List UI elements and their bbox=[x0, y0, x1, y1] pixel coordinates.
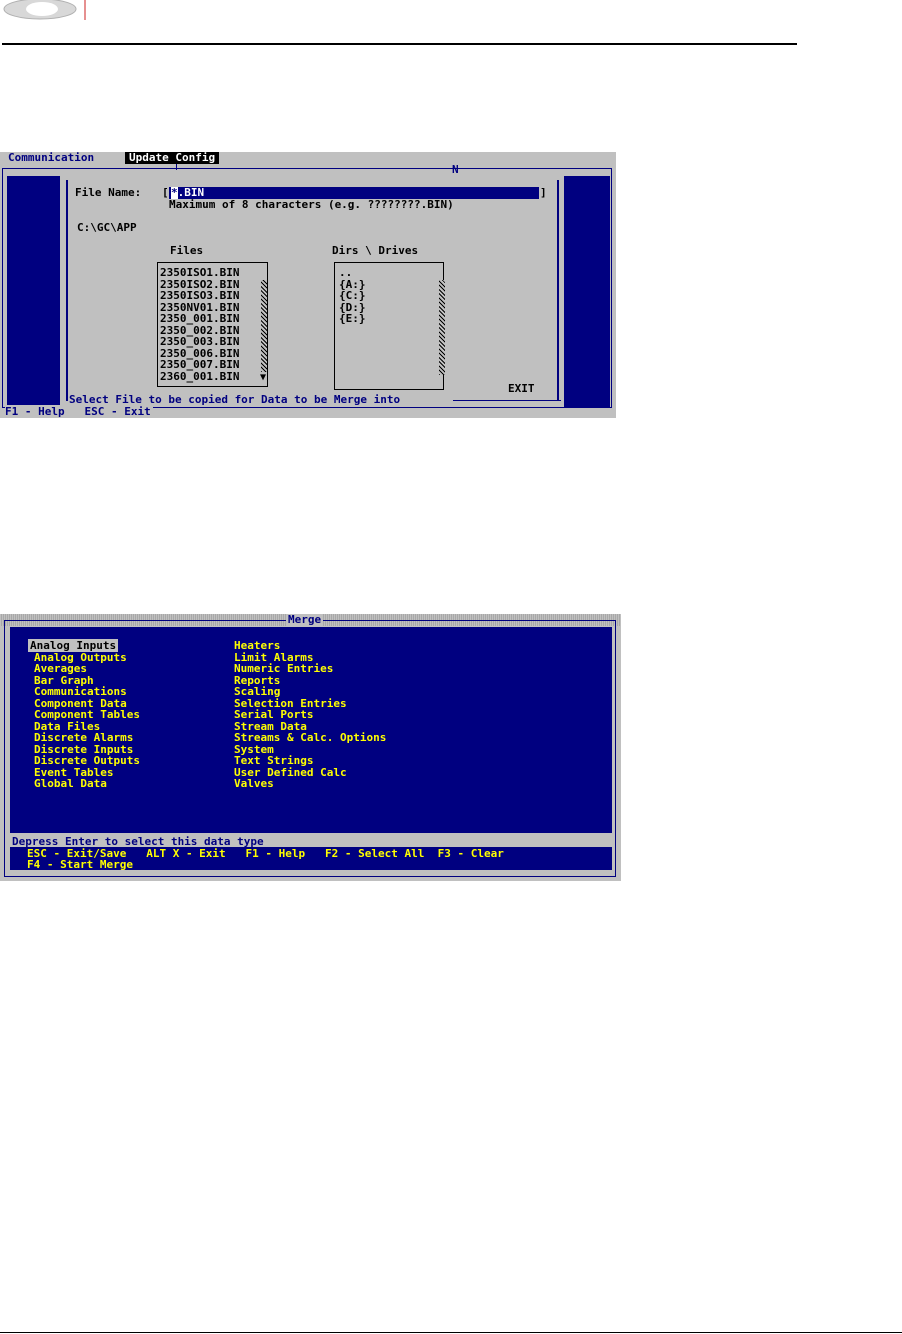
data-type-item[interactable]: Text Strings bbox=[234, 755, 313, 766]
data-type-item[interactable]: Heaters bbox=[234, 640, 280, 651]
file-dialog bbox=[66, 180, 559, 401]
dir-item[interactable]: {C:} bbox=[339, 290, 366, 301]
dirs-drives-list[interactable]: .. {A:} {C:} {D:} {E:} bbox=[334, 262, 445, 390]
update-config-screen: Communication Update Config N File Name:… bbox=[0, 152, 616, 418]
header-rule bbox=[2, 43, 797, 45]
data-type-item[interactable]: Valves bbox=[234, 778, 274, 789]
data-type-item[interactable]: Scaling bbox=[234, 686, 280, 697]
frame-marker: N bbox=[452, 163, 459, 176]
data-type-item[interactable]: Component Tables bbox=[34, 709, 140, 720]
data-type-item[interactable]: Limit Alarms bbox=[234, 652, 313, 663]
dirs-drives-header: Dirs \ Drives bbox=[332, 244, 419, 257]
data-type-item[interactable]: Streams & Calc. Options bbox=[234, 732, 386, 743]
dir-item[interactable]: {A:} bbox=[339, 279, 366, 290]
files-list[interactable]: 2350ISO1.BIN 2350ISO2.BIN 2350ISO3.BIN 2… bbox=[157, 262, 268, 387]
file-item[interactable]: 2350_006.BIN bbox=[160, 348, 239, 359]
data-type-item[interactable]: Serial Ports bbox=[234, 709, 313, 720]
data-type-item[interactable]: Global Data bbox=[34, 778, 107, 789]
data-type-item[interactable]: Reports bbox=[234, 675, 280, 686]
dialog-bottom-border bbox=[453, 400, 561, 401]
dir-item[interactable]: {E:} bbox=[339, 313, 366, 324]
data-type-item[interactable]: User Defined Calc bbox=[234, 767, 347, 778]
company-logo bbox=[3, 0, 86, 20]
file-item[interactable]: 2350_003.BIN bbox=[160, 336, 239, 347]
data-type-item[interactable]: System bbox=[234, 744, 274, 755]
merge-title: Merge bbox=[286, 614, 324, 626]
file-name-hint: Maximum of 8 characters (e.g. ????????.B… bbox=[169, 198, 454, 211]
files-scrollbar[interactable] bbox=[261, 280, 267, 372]
data-type-panel: Analog Inputs Analog Outputs Averages Ba… bbox=[10, 627, 612, 833]
merge-screen: Merge Analog Inputs Analog Outputs Avera… bbox=[0, 614, 621, 881]
bracket-left: [ bbox=[162, 186, 169, 199]
help-line: F1 - Help ESC - Exit bbox=[5, 405, 153, 418]
files-header: Files bbox=[170, 244, 204, 257]
data-type-item[interactable]: Analog Outputs bbox=[34, 652, 127, 663]
file-item[interactable]: 2360_001.BIN bbox=[160, 371, 239, 382]
dir-item[interactable]: {D:} bbox=[339, 302, 366, 313]
file-item[interactable]: 2350ISO1.BIN bbox=[160, 267, 239, 278]
data-type-item[interactable]: Data Files bbox=[34, 721, 100, 732]
data-type-item[interactable]: Discrete Alarms bbox=[34, 732, 133, 743]
frame-tick bbox=[176, 164, 177, 170]
data-type-item-analog-inputs[interactable]: Analog Inputs bbox=[28, 639, 119, 652]
footer-rule bbox=[0, 1332, 902, 1333]
data-type-item[interactable]: Discrete Inputs bbox=[34, 744, 133, 755]
scroll-down-arrow-icon[interactable]: ▼ bbox=[260, 373, 266, 383]
current-path: C:\GC\APP bbox=[77, 221, 137, 234]
data-type-item[interactable]: Bar Graph bbox=[34, 675, 94, 686]
menu-communication[interactable]: Communication bbox=[8, 152, 94, 164]
right-blue-panel bbox=[564, 176, 610, 407]
data-type-item[interactable]: Stream Data bbox=[234, 721, 307, 732]
data-type-item[interactable]: Averages bbox=[34, 663, 87, 674]
function-key-bar: ESC - Exit/Save ALT X - Exit F1 - Help F… bbox=[10, 847, 612, 870]
file-item[interactable]: 2350ISO2.BIN bbox=[160, 279, 239, 290]
file-item[interactable]: 2350_001.BIN bbox=[160, 313, 239, 324]
data-type-item[interactable]: Discrete Outputs bbox=[34, 755, 140, 766]
data-type-item[interactable]: Event Tables bbox=[34, 767, 113, 778]
file-item[interactable]: 2350ISO3.BIN bbox=[160, 290, 239, 301]
data-type-item[interactable]: Numeric Entries bbox=[234, 663, 333, 674]
file-name-label: File Name: bbox=[75, 186, 142, 199]
file-item[interactable]: 2350_007.BIN bbox=[160, 359, 239, 370]
left-blue-panel bbox=[7, 176, 60, 407]
data-type-item[interactable]: Communications bbox=[34, 686, 127, 697]
bracket-right: ] bbox=[540, 186, 547, 199]
dirs-scrollbar[interactable] bbox=[439, 280, 445, 375]
file-item[interactable]: 2350_002.BIN bbox=[160, 325, 239, 336]
function-keys-line-2: F4 - Start Merge bbox=[27, 858, 133, 871]
data-type-item[interactable]: Selection Entries bbox=[234, 698, 347, 709]
dir-item[interactable]: .. bbox=[339, 267, 352, 278]
file-item[interactable]: 2350NV01.BIN bbox=[160, 302, 239, 313]
data-type-item[interactable]: Component Data bbox=[34, 698, 127, 709]
exit-button[interactable]: EXIT bbox=[508, 382, 535, 395]
menu-update-config[interactable]: Update Config bbox=[125, 152, 220, 164]
